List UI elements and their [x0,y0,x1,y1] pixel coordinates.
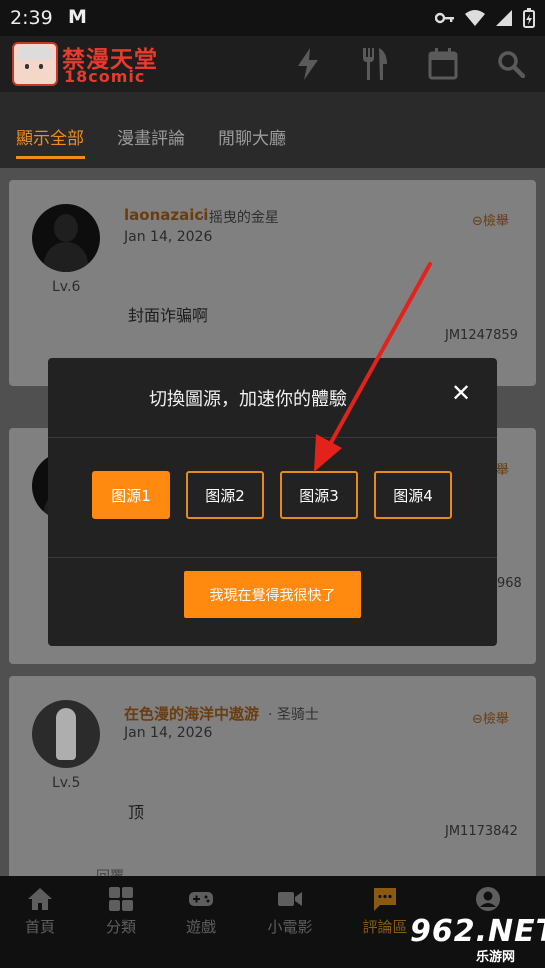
nav-home[interactable]: 首頁 [0,886,80,937]
wifi-icon [465,10,485,26]
comment-date: Jan 14, 2026 [124,229,213,245]
comic-id[interactable]: JM1247859 [445,328,518,343]
search-icon[interactable] [497,50,525,78]
watermark-text: 962.NET [410,914,545,949]
comic-id[interactable]: JM1173842 [445,824,518,839]
close-icon[interactable]: ✕ [448,380,474,406]
annotation-arrow-icon [314,262,432,472]
tab-indicator [16,156,85,159]
report-button[interactable]: ⊖檢舉 [472,708,509,727]
source-2-button[interactable]: 图源2 [186,471,264,519]
home-icon [28,888,52,910]
tab-chat-lounge[interactable]: 閒聊大廳 [218,124,286,149]
user-title: · 摇曳的金星 [200,210,279,226]
status-icons [435,8,535,28]
comment-text: 封面诈骗啊 [128,306,209,325]
dialog-divider [48,557,497,558]
app-logo[interactable]: 禁漫天堂 18comic [12,40,162,88]
report-button[interactable]: ⊖檢舉 [472,210,509,229]
logo-subtitle: 18comic [64,67,146,86]
comment-date: Jan 14, 2026 [124,725,213,741]
user-title: · 圣骑士 [268,707,319,723]
fork-knife-icon[interactable] [361,48,389,80]
lightning-icon[interactable] [296,48,320,80]
chat-icon [374,888,396,911]
username[interactable]: 在色漫的海洋中遨游 [124,703,259,724]
nav-comments-label: 評論區 [362,918,408,936]
nav-categories-label: 分類 [105,918,136,936]
logo-mascot-icon [12,42,58,86]
nav-movies[interactable]: 小電影 [250,886,330,937]
report-label: 檢舉 [482,712,509,727]
tab-comic-reviews[interactable]: 漫畫評論 [117,124,185,149]
battery-icon [523,8,535,28]
calendar-icon[interactable] [428,48,458,80]
nav-categories[interactable]: 分類 [81,886,161,937]
minus-circle-icon: ⊖ [472,214,483,229]
nav-home-label: 首頁 [24,918,55,936]
source-3-button[interactable]: 图源3 [280,471,358,519]
nav-profile[interactable] [448,886,528,916]
video-icon [278,892,302,906]
tab-all[interactable]: 顯示全部 [16,124,84,149]
source-4-button[interactable]: 图源4 [374,471,452,519]
username[interactable]: laonazaici [124,206,208,224]
status-bar: 2:39 M [0,0,545,36]
user-level: Lv.5 [52,775,81,791]
avatar[interactable] [32,700,100,768]
nav-games[interactable]: 遊戲 [161,886,241,937]
watermark-subtext: 乐游网 [476,950,516,965]
profile-icon [476,887,500,911]
grid-icon [109,887,133,911]
gmail-icon: M [68,6,87,28]
comment-text: 顶 [128,803,145,822]
nav-movies-label: 小電影 [267,918,313,936]
watermark-logo: 962.NET 乐游网 [410,914,545,965]
nav-games-label: 遊戲 [185,918,216,936]
key-icon [435,12,454,24]
minus-circle-icon: ⊖ [472,712,483,727]
status-time: 2:39 [10,7,53,29]
comic-id[interactable]: 968 [497,576,522,591]
signal-icon [496,10,512,26]
gamepad-icon [189,892,213,906]
source-1-button[interactable]: 图源1 [92,471,170,519]
report-label: 檢舉 [482,214,509,229]
user-level: Lv.6 [52,279,81,295]
avatar[interactable] [32,204,100,272]
confirm-fast-button[interactable]: 我現在覺得我很快了 [184,571,361,618]
